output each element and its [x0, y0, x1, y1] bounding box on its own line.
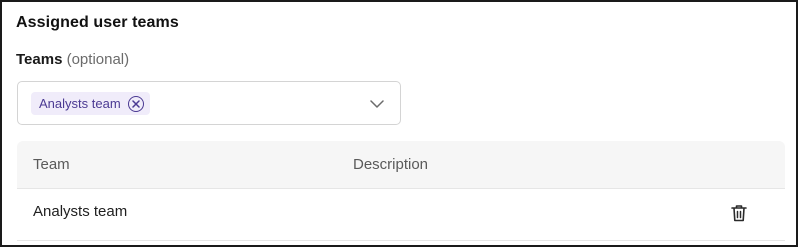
close-circle-icon[interactable] [127, 95, 144, 112]
section-title: Assigned user teams [16, 14, 179, 31]
teams-multiselect[interactable]: Analysts team [17, 81, 401, 125]
assigned-teams-panel: Assigned user teams Teams (optional) Ana… [0, 0, 798, 247]
chevron-down-icon[interactable] [370, 97, 384, 111]
selected-team-chip: Analysts team [31, 92, 150, 115]
teams-table: Team Description Analysts team [17, 141, 785, 245]
table-row: Analysts team [17, 189, 785, 241]
row-team-name: Analysts team [33, 203, 128, 220]
table-header: Team Description [17, 141, 785, 189]
teams-label-hint: (optional) [66, 51, 130, 68]
teams-label: Teams [16, 51, 63, 68]
column-header-description: Description [353, 156, 429, 173]
teams-field-label: Teams (optional) [16, 51, 129, 68]
column-header-team: Team [33, 156, 70, 173]
selected-team-chip-label: Analysts team [39, 96, 121, 111]
trash-icon[interactable] [730, 203, 748, 223]
